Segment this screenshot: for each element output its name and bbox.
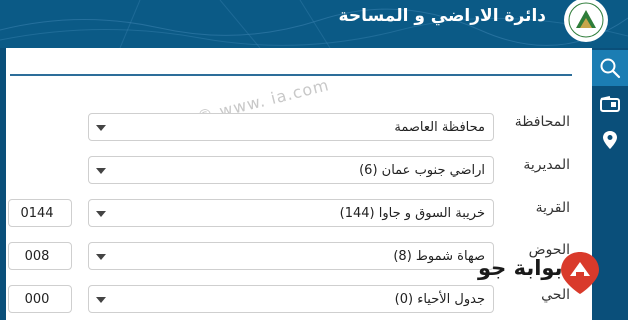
basin-value: صهاة شموط (8) bbox=[393, 249, 485, 264]
panel-divider bbox=[10, 74, 572, 76]
governorate-value: محافظة العاصمة bbox=[394, 120, 485, 135]
chevron-down-icon bbox=[96, 168, 106, 174]
district-code: 000 bbox=[24, 292, 50, 307]
location-pin-icon bbox=[603, 131, 617, 149]
department-logo-icon bbox=[564, 0, 608, 42]
village-label: القرية bbox=[535, 200, 570, 216]
basin-code: 008 bbox=[24, 249, 50, 264]
basin-select[interactable]: صهاة شموط (8) bbox=[88, 242, 494, 270]
district-select[interactable]: جدول الأحياء (0) bbox=[88, 285, 494, 313]
brand-text: بوابة جو bbox=[478, 256, 563, 280]
directorate-label: المديرية bbox=[523, 157, 570, 173]
sidebar-item-location[interactable] bbox=[592, 122, 628, 158]
chevron-down-icon bbox=[96, 125, 106, 131]
app-header: دائرة الاراضي و المساحة bbox=[0, 0, 628, 48]
district-value: جدول الأحياء (0) bbox=[394, 292, 485, 307]
chevron-down-icon bbox=[96, 254, 106, 260]
village-value: خريبة السوق و جاوا (144) bbox=[339, 206, 485, 221]
chevron-down-icon bbox=[96, 211, 106, 217]
village-code-field[interactable]: 0144 bbox=[8, 199, 72, 227]
village-select[interactable]: خريبة السوق و جاوا (144) bbox=[88, 199, 494, 227]
page-title: دائرة الاراضي و المساحة bbox=[338, 6, 546, 26]
chevron-down-icon bbox=[96, 297, 106, 303]
brand-watermark: بوابة جو bbox=[474, 250, 614, 300]
sidebar-item-search[interactable] bbox=[592, 50, 628, 86]
sidebar-item-card[interactable] bbox=[592, 86, 628, 122]
district-code-field[interactable]: 000 bbox=[8, 285, 72, 313]
map-pin-logo-icon bbox=[561, 252, 599, 294]
directorate-value: اراضي جنوب عمان (6) bbox=[359, 163, 485, 178]
village-code: 0144 bbox=[20, 206, 54, 221]
governorate-label: المحافظة bbox=[514, 114, 570, 130]
id-card-icon bbox=[600, 96, 620, 112]
directorate-select[interactable]: اراضي جنوب عمان (6) bbox=[88, 156, 494, 184]
search-icon bbox=[600, 58, 621, 79]
governorate-select[interactable]: محافظة العاصمة bbox=[88, 113, 494, 141]
basin-code-field[interactable]: 008 bbox=[8, 242, 72, 270]
